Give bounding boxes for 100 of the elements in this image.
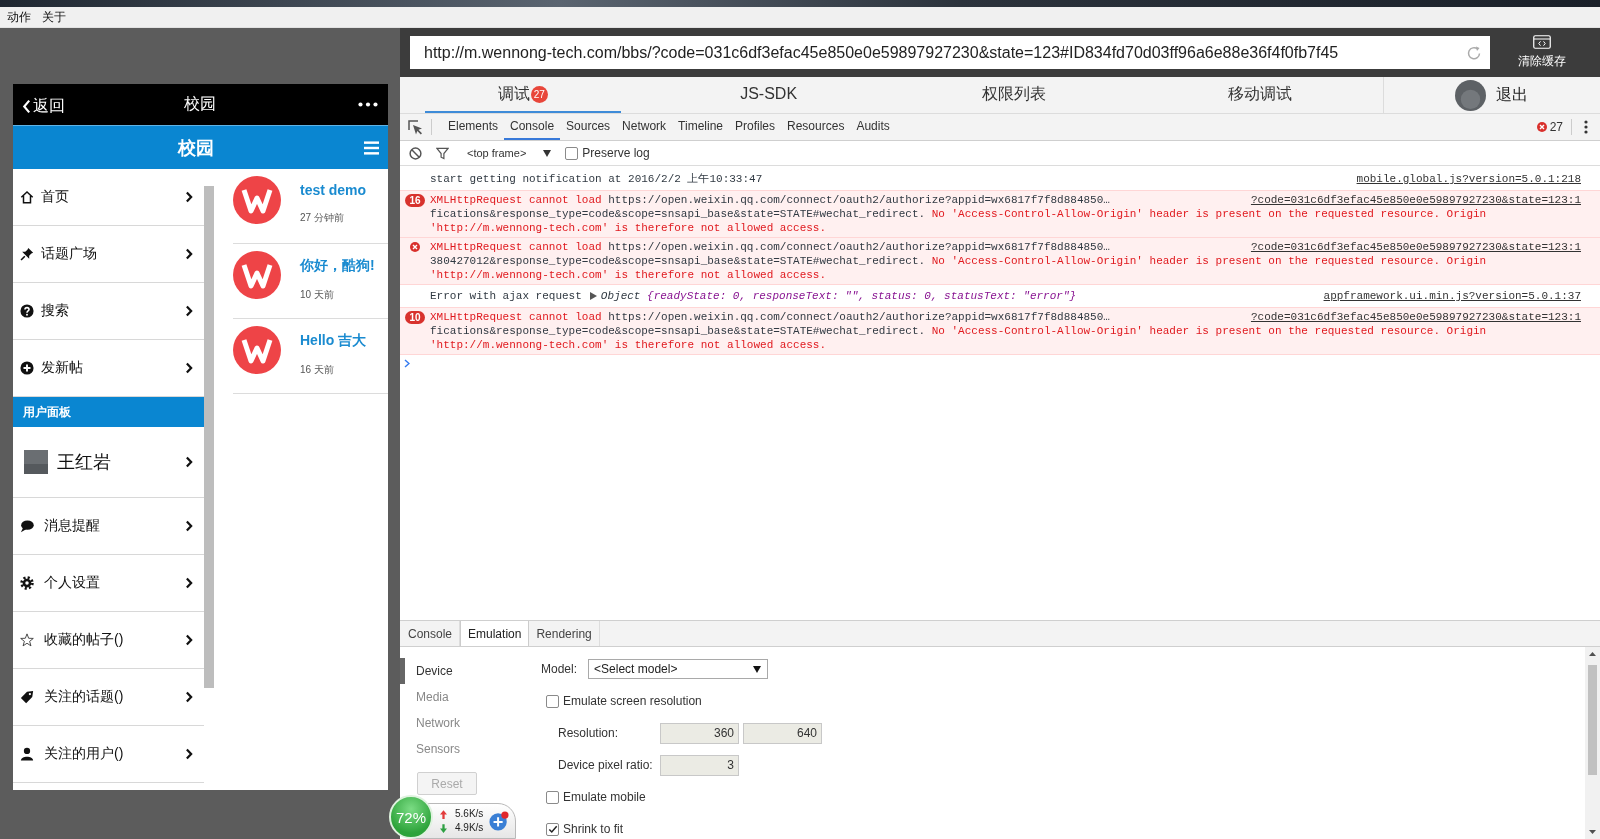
side-menu-item[interactable]: 关注的用户(): [13, 726, 204, 783]
expand-triangle-icon[interactable]: [589, 292, 597, 300]
console-prompt-icon: [404, 359, 410, 368]
checkbox[interactable]: [546, 694, 559, 708]
star-icon: [20, 633, 34, 647]
chevron-right-icon: [185, 577, 193, 589]
error-count-button[interactable]: 27: [1536, 114, 1563, 140]
up-arrow-icon: [440, 809, 447, 819]
chevron-right-icon: [185, 362, 193, 374]
error-message: XMLHttpRequest cannot load https://open.weixin.qq.com/connect/oauth2/authorize?appid=wx6817f7f8d884850…: [430, 310, 1110, 324]
source-link[interactable]: ?code=031c6df3efac45e850e0e59897927230&state=123:1: [1250, 310, 1581, 324]
avatar-icon[interactable]: [1455, 79, 1486, 111]
tab[interactable]: 权限列表: [916, 77, 1113, 113]
panel-tab[interactable]: Profiles: [729, 114, 782, 140]
download-speed: 4.9K/s: [455, 821, 484, 835]
drawer-tab[interactable]: Emulation: [460, 621, 530, 646]
scrollbar[interactable]: [1585, 647, 1600, 839]
source-link[interactable]: ?code=031c6df3efac45e850e0e59897927230&state=123:1: [1250, 193, 1581, 207]
model-select[interactable]: <Select model>: [588, 659, 769, 679]
tab[interactable]: 移动调试: [1162, 77, 1358, 113]
speech-bubble-icon: [20, 519, 34, 533]
error-message: XMLHttpRequest cannot load https://open.weixin.qq.com/connect/oauth2/authorize?appid=wx6817f7f8d884850…: [430, 240, 1110, 254]
post-title[interactable]: Hello 吉大: [300, 332, 367, 350]
emulation-nav-item[interactable]: Media: [400, 684, 520, 710]
post-title[interactable]: 你好，酷狗!: [300, 257, 375, 275]
object-preview[interactable]: Object {readyState: 0, responseText: "", status: 0, statusText: "error"}: [600, 289, 1077, 303]
plus-icon[interactable]: [489, 811, 509, 831]
emulation-nav-item[interactable]: Sensors: [400, 736, 520, 762]
header-title: 校园: [178, 136, 214, 160]
chevron-right-icon: [185, 634, 193, 646]
panel-tab[interactable]: Network: [616, 114, 673, 140]
logo-icon: [233, 176, 281, 224]
panel-tab[interactable]: Console: [504, 114, 561, 140]
source-link[interactable]: appframework.ui.min.js?version=5.0.1:37: [1323, 289, 1581, 303]
repeat-count-badge: 16: [405, 194, 425, 207]
caret-down-icon: [543, 149, 552, 157]
source-link[interactable]: mobile.global.js?version=5.0.1:218: [1356, 172, 1581, 186]
more-icon[interactable]: [358, 102, 378, 107]
chevron-right-icon: [185, 305, 193, 317]
down-arrow-icon: [440, 823, 447, 833]
post-time: 16 天前: [300, 363, 334, 377]
field-label: Device pixel ratio:: [558, 758, 654, 772]
caret-down-icon: [753, 665, 762, 673]
menu-icon[interactable]: [364, 140, 379, 155]
user-menu-item[interactable]: 王红岩: [13, 427, 204, 498]
drawer-tab[interactable]: Rendering: [529, 621, 600, 646]
tab[interactable]: JS-SDK: [670, 77, 867, 113]
panel-tab[interactable]: Sources: [560, 114, 617, 140]
code-window-icon: [1533, 35, 1551, 49]
more-icon[interactable]: [1584, 120, 1588, 134]
checkbox[interactable]: [546, 822, 559, 836]
filter-icon[interactable]: [436, 146, 449, 160]
checkbox[interactable]: [565, 146, 579, 160]
emulation-nav-item[interactable]: Network: [400, 710, 520, 736]
source-link[interactable]: ?code=031c6df3efac45e850e0e59897927230&state=123:1: [1250, 240, 1581, 254]
panel-tab[interactable]: Timeline: [672, 114, 729, 140]
error-icon: [1536, 122, 1547, 132]
field-label: Resolution:: [558, 726, 620, 740]
checkbox[interactable]: [546, 790, 559, 804]
option-checkbox[interactable]: Shrink to fit: [546, 822, 624, 836]
emulation-nav-item[interactable]: Device: [400, 658, 520, 684]
scrollbar[interactable]: [204, 186, 214, 688]
logout-button[interactable]: 退出: [1496, 84, 1528, 106]
error-message: XMLHttpRequest cannot load https://open.weixin.qq.com/connect/oauth2/authorize?appid=wx6817f7f8d884850…: [430, 193, 1110, 207]
chevron-right-icon: [185, 691, 193, 703]
error-message: 'http://m.wennong-tech.com' is therefore not allowed access.: [430, 221, 827, 235]
address-field[interactable]: http://m.wennong-tech.com/bbs/?code=031c6df3efac45e850e0e59897927230&state=123#ID834fd70d03ff96a6e88e36f4f0fb7f45: [410, 36, 1490, 69]
context-dropdown[interactable]: <top frame>: [467, 147, 552, 159]
clear-icon[interactable]: [409, 146, 422, 160]
back-button[interactable]: 返回: [22, 96, 65, 117]
option-checkbox[interactable]: Emulate mobile: [546, 790, 646, 804]
error-message: fications&response_type=code&scope=snsapi_base&state=STATE#wechat_redirect. No 'Access-Control-Allow-Origin' header is present on the requested resource. Origin: [430, 207, 1487, 221]
chevron-right-icon: [185, 456, 193, 468]
panel-tab[interactable]: Resources: [781, 114, 851, 140]
page-title: 校园: [184, 94, 216, 114]
home-icon: [20, 190, 34, 204]
clear-cache-button[interactable]: 清除缓存: [1518, 35, 1566, 70]
post-time: 10 天前: [300, 288, 334, 302]
side-menu-item[interactable]: 关注的话题(): [13, 669, 204, 726]
post-time: 27 分钟前: [300, 211, 344, 225]
inspect-icon[interactable]: [408, 119, 423, 135]
post-title[interactable]: test demo: [300, 182, 367, 198]
panel-tab[interactable]: Elements: [442, 114, 505, 140]
logo-icon: [233, 326, 281, 374]
menu-item[interactable]: 关于: [42, 8, 66, 26]
tag-icon: [20, 690, 34, 704]
menu-item[interactable]: 动作: [7, 8, 31, 26]
preserve-log-option[interactable]: Preserve log: [565, 146, 650, 160]
option-checkbox[interactable]: Emulate screen resolution: [546, 694, 702, 708]
plus-circle-icon: [20, 361, 34, 375]
panel-tab[interactable]: Audits: [850, 114, 896, 140]
log-message: start getting notification at 2016/2/2 上午10:33:47: [430, 172, 763, 186]
logo-icon: [233, 251, 281, 299]
repeat-count-badge: 10: [405, 311, 425, 324]
count-badge: 27: [530, 85, 548, 103]
error-message: fications&response_type=code&scope=snsapi_base&state=STATE#wechat_redirect. No 'Access-Control-Allow-Origin' header is present on the requested resource. Origin: [430, 324, 1487, 338]
chevron-right-icon: [185, 248, 193, 260]
pushpin-icon: [20, 247, 34, 261]
error-message: 'http://m.wennong-tech.com' is therefore not allowed access.: [430, 268, 827, 282]
log-message: Error with ajax request: [430, 289, 582, 303]
